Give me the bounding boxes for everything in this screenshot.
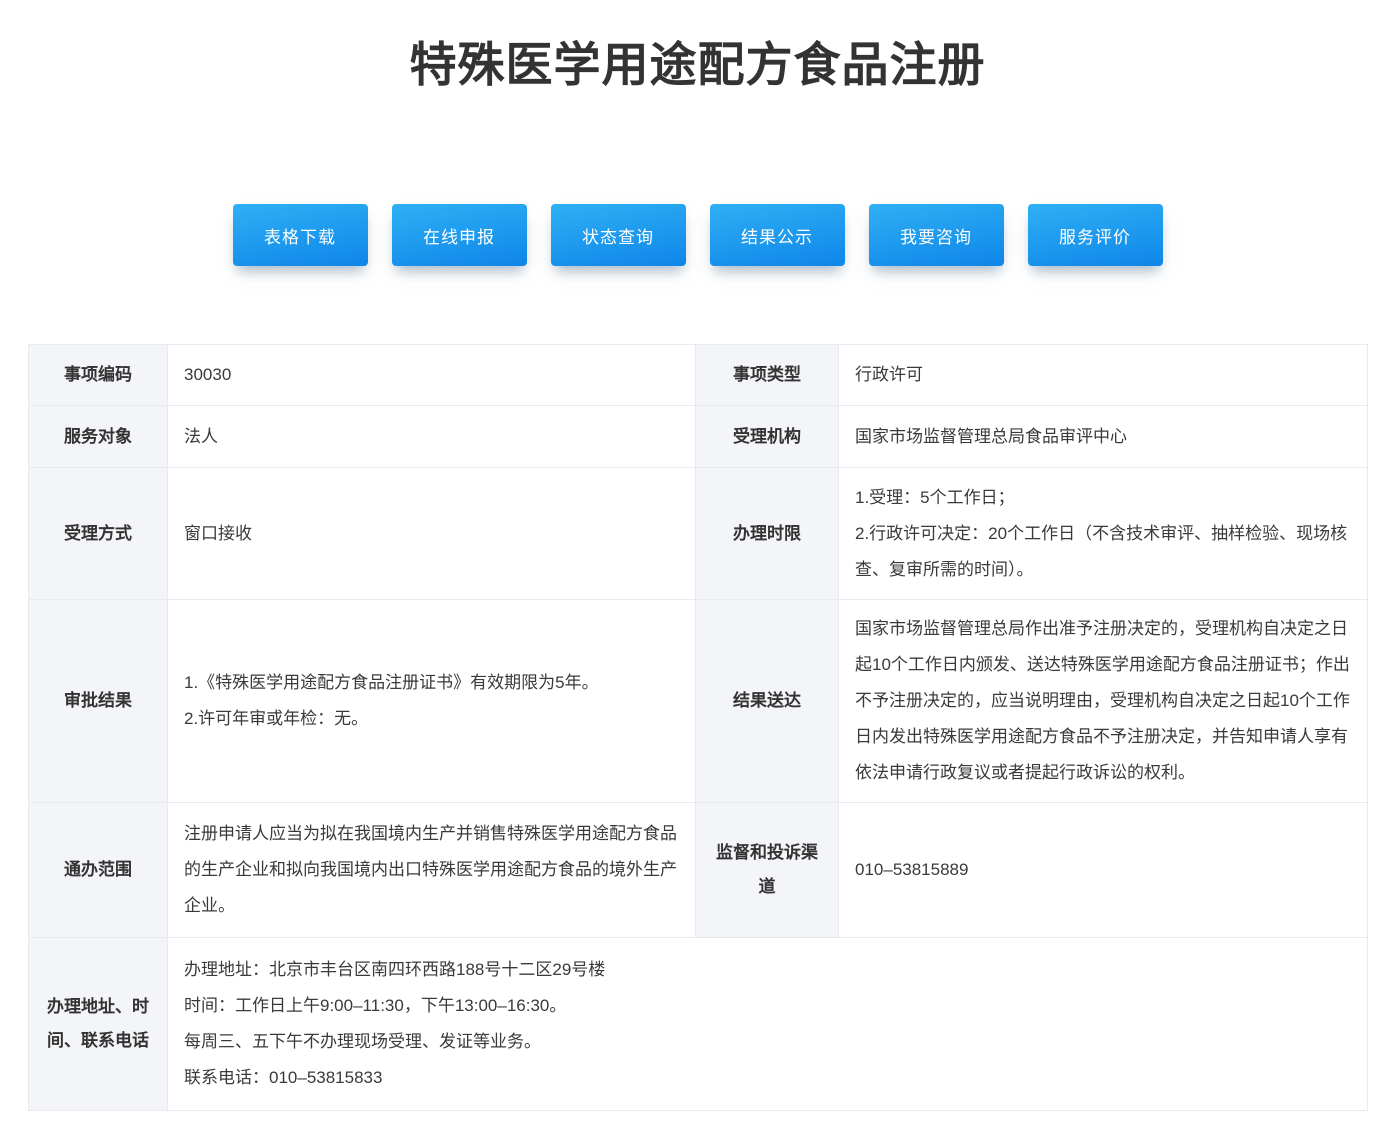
field-value-approval-result: 1.《特殊医学用途配方食品注册证书》有效期限为5年。 2.许可年审或年检：无。 — [168, 600, 696, 803]
consultation-button[interactable]: 我要咨询 — [869, 204, 1004, 266]
table-row-address-contact: 办理地址、时间、联系电话 办理地址：北京市丰台区南四环西路188号十二区29号楼… — [29, 938, 1368, 1111]
table-row-service-target: 服务对象 法人 受理机构 国家市场监督管理总局食品审评中心 — [29, 406, 1368, 468]
field-value-service-target: 法人 — [168, 406, 696, 468]
field-label-approval-result: 审批结果 — [29, 600, 168, 803]
page-title: 特殊医学用途配方食品注册 — [0, 0, 1395, 94]
field-value-item-type: 行政许可 — [839, 345, 1368, 406]
field-label-item-code: 事项编码 — [29, 345, 168, 406]
field-value-complaint-channel: 010–53815889 — [839, 803, 1368, 938]
field-label-address-contact: 办理地址、时间、联系电话 — [29, 938, 168, 1111]
field-label-accepting-agency: 受理机构 — [696, 406, 839, 468]
field-value-service-scope: 注册申请人应当为拟在我国境内生产并销售特殊医学用途配方食品的生产企业和拟向我国境… — [168, 803, 696, 938]
field-label-acceptance-method: 受理方式 — [29, 468, 168, 600]
table-row-acceptance-method: 受理方式 窗口接收 办理时限 1.受理：5个工作日； 2.行政许可决定：20个工… — [29, 468, 1368, 600]
field-label-result-delivery: 结果送达 — [696, 600, 839, 803]
field-value-address-contact: 办理地址：北京市丰台区南四环西路188号十二区29号楼 时间：工作日上午9:00… — [168, 938, 1368, 1111]
service-page: 特殊医学用途配方食品注册 表格下载 在线申报 状态查询 结果公示 我要咨询 服务… — [0, 0, 1395, 1129]
field-label-item-type: 事项类型 — [696, 345, 839, 406]
action-button-row: 表格下载 在线申报 状态查询 结果公示 我要咨询 服务评价 — [0, 204, 1395, 266]
service-info-table: 事项编码 30030 事项类型 行政许可 服务对象 法人 受理机构 国家市场监督… — [28, 344, 1368, 1111]
result-publicity-button[interactable]: 结果公示 — [710, 204, 845, 266]
table-row-approval-result: 审批结果 1.《特殊医学用途配方食品注册证书》有效期限为5年。 2.许可年审或年… — [29, 600, 1368, 803]
field-value-result-delivery: 国家市场监督管理总局作出准予注册决定的，受理机构自决定之日起10个工作日内颁发、… — [839, 600, 1368, 803]
status-query-button[interactable]: 状态查询 — [551, 204, 686, 266]
field-value-acceptance-method: 窗口接收 — [168, 468, 696, 600]
field-value-item-code: 30030 — [168, 345, 696, 406]
service-evaluation-button[interactable]: 服务评价 — [1028, 204, 1163, 266]
table-row-item-code: 事项编码 30030 事项类型 行政许可 — [29, 345, 1368, 406]
field-value-accepting-agency: 国家市场监督管理总局食品审评中心 — [839, 406, 1368, 468]
online-apply-button[interactable]: 在线申报 — [392, 204, 527, 266]
field-label-service-target: 服务对象 — [29, 406, 168, 468]
field-label-complaint-channel: 监督和投诉渠道 — [696, 803, 839, 938]
field-label-service-scope: 通办范围 — [29, 803, 168, 938]
form-download-button[interactable]: 表格下载 — [233, 204, 368, 266]
field-value-processing-time: 1.受理：5个工作日； 2.行政许可决定：20个工作日（不含技术审评、抽样检验、… — [839, 468, 1368, 600]
field-label-processing-time: 办理时限 — [696, 468, 839, 600]
table-row-service-scope: 通办范围 注册申请人应当为拟在我国境内生产并销售特殊医学用途配方食品的生产企业和… — [29, 803, 1368, 938]
